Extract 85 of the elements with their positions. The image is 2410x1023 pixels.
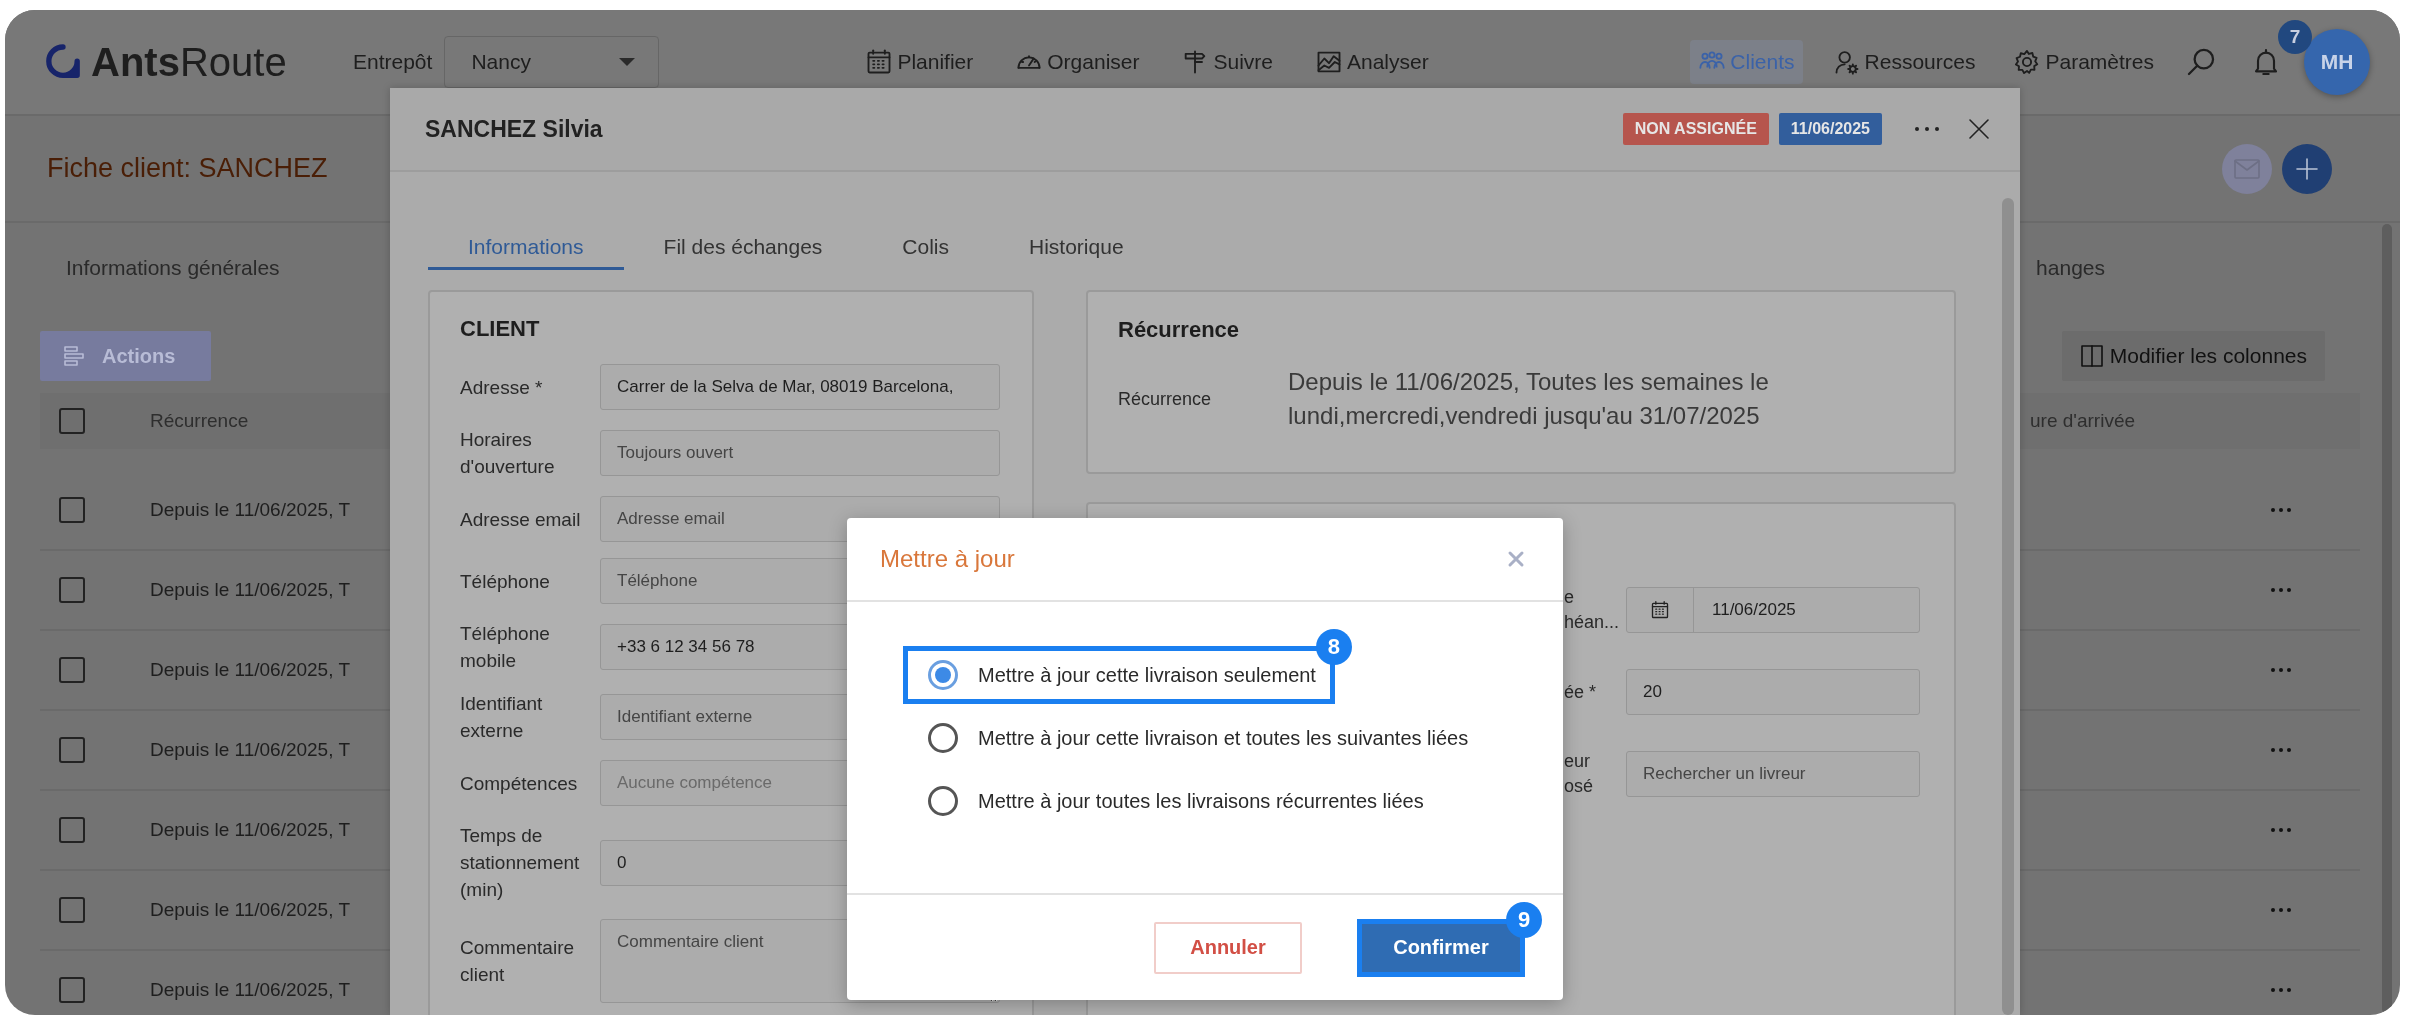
table-cell-text: Depuis le 11/06/2025, T <box>150 659 351 681</box>
field-label: Adresse * <box>460 375 544 400</box>
field-label: Adresse email <box>460 507 582 532</box>
checkbox[interactable] <box>59 408 85 434</box>
checkbox[interactable] <box>59 817 85 843</box>
radio-button[interactable] <box>928 723 958 753</box>
scrollbar[interactable] <box>2002 198 2014 1015</box>
checkbox[interactable] <box>59 977 85 1003</box>
input-field[interactable]: Carrer de la Selva de Mar, 08019 Barcelona, <box>600 364 1000 410</box>
table-cell-text: Depuis le 11/06/2025, T <box>150 819 351 841</box>
plus-icon <box>2295 156 2319 181</box>
columns-icon <box>2079 344 2104 368</box>
card-title: Récurrence <box>1118 317 1241 343</box>
column-header: Récurrence <box>150 410 250 432</box>
field-label: Temps de stationnement (min) <box>460 824 581 902</box>
list-icon <box>62 345 86 367</box>
more-icon[interactable] <box>2270 747 2292 753</box>
checkbox[interactable] <box>59 897 85 923</box>
confirm-button[interactable]: Confirmer <box>1362 923 1520 972</box>
page-tab[interactable]: Informations générales <box>66 253 280 283</box>
table-cell-text: Depuis le 11/06/2025, T <box>150 499 351 521</box>
recurrence-text: Depuis le 11/06/2025, Toutes les semaines le lundi,mercredi,vendredi jusqu'au 31/07/2025 <box>1288 367 1770 431</box>
status-badge: NON ASSIGNÉE <box>1622 113 1769 145</box>
nav-item[interactable]: Suivre <box>1173 40 1281 84</box>
user-avatar[interactable]: MH <box>2304 29 2370 95</box>
nav-item[interactable]: Paramètres <box>2005 40 2162 84</box>
input-field[interactable]: Toujours ouvert <box>600 430 1000 476</box>
tab[interactable]: Historique <box>989 214 1164 270</box>
more-icon[interactable] <box>2270 507 2292 513</box>
more-icon[interactable] <box>2270 587 2292 593</box>
more-icon[interactable] <box>2270 907 2292 913</box>
page-title: Fiche client: SANCHEZ <box>47 153 328 184</box>
close-icon[interactable] <box>1968 118 1990 140</box>
field-label: Compétences <box>460 771 579 796</box>
nav-item[interactable]: Organiser <box>1007 40 1148 84</box>
column-header: ure d'arrivée <box>2030 410 2136 432</box>
nav-item[interactable]: Ressources <box>1824 40 1984 84</box>
warehouse-label: Entrepôt <box>353 50 433 74</box>
actions-button[interactable]: Actions <box>40 331 212 381</box>
field-label: Téléphone <box>460 569 551 594</box>
step-badge: 8 <box>1315 629 1352 665</box>
checkbox[interactable] <box>59 737 85 763</box>
tab[interactable]: Fil des échanges <box>623 214 863 270</box>
app-logo-text: AntsRoute <box>91 39 287 85</box>
card-title: CLIENT <box>460 316 541 342</box>
add-button[interactable] <box>2282 143 2332 194</box>
table-cell-text: Depuis le 11/06/2025, T <box>150 579 351 601</box>
checkbox[interactable] <box>59 577 85 603</box>
warehouse-dropdown[interactable]: Nancy <box>444 36 660 88</box>
date-field[interactable]: 11/06/2025 <box>1626 587 1920 633</box>
input-field[interactable]: Rechercher un livreur <box>1626 751 1920 797</box>
columns-button[interactable]: Modifier les colonnes <box>2061 331 2325 381</box>
table-cell-text: Depuis le 11/06/2025, T <box>150 739 351 761</box>
checkbox[interactable] <box>59 657 85 683</box>
more-icon[interactable] <box>2270 827 2292 833</box>
radio-button[interactable] <box>928 786 958 816</box>
field-label: ée * <box>1564 680 1598 704</box>
step-badge: 9 <box>1506 901 1542 938</box>
more-icon[interactable] <box>2270 987 2292 993</box>
caret-icon <box>618 57 637 67</box>
table-cell-text: Depuis le 11/06/2025, T <box>150 899 351 921</box>
nav-item[interactable]: Planifier <box>857 40 982 84</box>
nav-item[interactable]: Analyser <box>1307 40 1437 84</box>
notification-badge: 7 <box>2278 20 2312 54</box>
input-field[interactable]: 20 <box>1626 669 1920 715</box>
modal-title: SANCHEZ Silvia <box>425 115 603 143</box>
tab[interactable]: Informations <box>428 214 624 270</box>
checkbox[interactable] <box>59 497 85 523</box>
tab[interactable]: Colis <box>862 214 989 270</box>
field-label: eur osé <box>1564 750 1595 798</box>
field-label: Identifiant externe <box>460 692 544 743</box>
cancel-button[interactable]: Annuler <box>1154 921 1302 974</box>
field-label: e héan... <box>1564 586 1621 634</box>
radio-button[interactable] <box>928 660 958 690</box>
field-label: Téléphone mobile <box>460 622 551 673</box>
more-icon[interactable] <box>1914 126 1940 132</box>
page-tab[interactable]: hanges <box>2036 253 2105 283</box>
table-cell-text: Depuis le 11/06/2025, T <box>150 979 351 1001</box>
status-badge: 11/06/2025 <box>1778 113 1882 145</box>
scrollbar[interactable] <box>2382 224 2392 1014</box>
more-icon[interactable] <box>2270 667 2292 673</box>
field-label: Horaires d'ouverture <box>460 428 556 479</box>
field-label: Récurrence <box>1118 388 1213 410</box>
field-label: Commentaire client <box>460 936 576 987</box>
calendar-icon <box>1650 600 1670 620</box>
